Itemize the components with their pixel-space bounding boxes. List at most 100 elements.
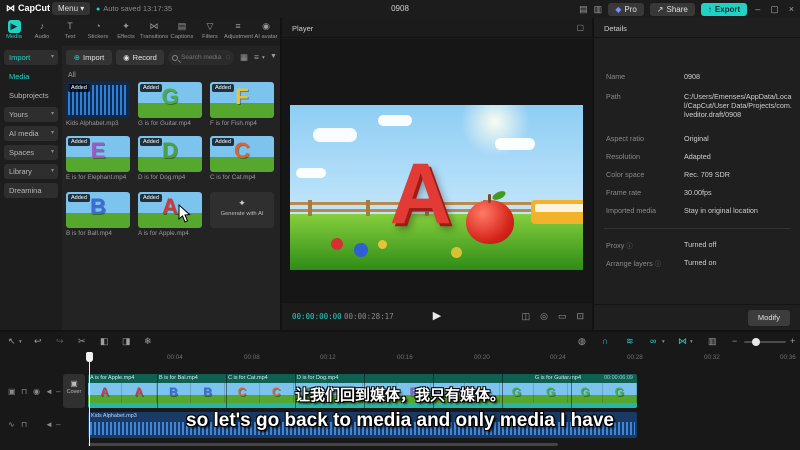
tab-ai-avatar[interactable]: ◉ AI avatar	[252, 18, 280, 44]
delete-right-icon[interactable]: ◨	[122, 336, 131, 347]
search-icon	[172, 54, 178, 61]
search-input[interactable]	[181, 54, 223, 61]
record-button[interactable]: ◉ Record	[116, 50, 164, 65]
tab-adjustment[interactable]: ≡ Adjustment	[224, 18, 253, 44]
player-controls: 00:00:00:00 00:00:28:17 ▶ ◫ ◎ ▭ ⊡	[282, 302, 592, 330]
preview-stage: A	[282, 39, 592, 320]
tab-captions[interactable]: ▤ Captions	[168, 18, 196, 44]
sidebar-item-ai-media[interactable]: AI media ▾	[4, 126, 58, 141]
media-item-b-ball[interactable]: B Added B is for Ball.mp4	[66, 192, 130, 237]
ratio-icon[interactable]: ▭	[558, 311, 567, 322]
media-library: ⊕Import ◉Record ◌ ▦ ≡ ▾ ▼ All Added Kids…	[62, 46, 280, 330]
search-scope-icon[interactable]: ◌	[226, 54, 230, 61]
sidebar-item-library[interactable]: Library ▾	[4, 164, 58, 179]
sidebar-item-dreamina[interactable]: Dreamina	[4, 183, 58, 198]
filter-all-label[interactable]: All	[68, 72, 76, 79]
cloud-graphic	[295, 167, 326, 178]
details-header-title: Details	[604, 24, 627, 33]
import-button[interactable]: ⊕ Import	[66, 50, 112, 65]
tab-stickers[interactable]: ◔ Stickers	[84, 18, 112, 44]
sidebar-item-media[interactable]: Media	[4, 69, 58, 84]
video-preview[interactable]: A	[290, 105, 583, 270]
generate-with-ai-card[interactable]: ✦ Generate with AI	[210, 192, 274, 228]
media-item-d-dog[interactable]: D Added D is for Dog.mp4	[138, 136, 202, 181]
sidebar-item-spaces[interactable]: Spaces ▾	[4, 145, 58, 160]
letter-a-graphic: A	[389, 145, 452, 242]
timeline-horizontal-scrollbar[interactable]	[88, 443, 558, 446]
tab-effects[interactable]: ✦ Effects	[112, 18, 140, 44]
export-button[interactable]: ↑ Export	[700, 2, 748, 16]
chevron-down-icon: ▾	[690, 339, 693, 345]
media-item-g-guitar[interactable]: G Added G is for Guitar.mp4	[138, 82, 202, 127]
preview-quality-icon[interactable]: ◎	[540, 311, 548, 322]
captions-icon: ▤	[177, 21, 187, 31]
resource-tabs: ▶ Media ♪ Audio T Text ◔ Stickers ✦ Effects ⋈…	[0, 18, 280, 44]
filter-icon[interactable]: ▼	[270, 53, 277, 60]
fullscreen-icon[interactable]: ⊡	[576, 311, 584, 322]
media-item-f-fish[interactable]: F Added F is for Fish.mp4	[210, 82, 274, 127]
media-item-e-elephant[interactable]: E Added E is for Elephant.mp4	[66, 136, 130, 181]
added-badge: Added	[140, 138, 162, 146]
layout-panel-alt-icon[interactable]: ▥	[594, 4, 603, 15]
chevron-down-icon: ▾	[662, 339, 665, 345]
play-button[interactable]: ▶	[433, 309, 441, 322]
timeline-toolbar: ↖ ▾ ↩ ↪ ✂ ◧ ◨ ❄ ◍ ∩ ≋ ∞ ▾ ⋈ ▾ ▥ − +	[0, 332, 800, 352]
magnet-snap-icon[interactable]: ∩	[602, 336, 608, 346]
split-icon[interactable]: ✂	[78, 336, 86, 347]
added-badge: Added	[68, 84, 90, 92]
chevron-down-icon: ▾	[19, 339, 22, 345]
media-item-kids-alphabet[interactable]: Added Kids Alphabet.mp3	[66, 82, 130, 127]
maximize-button[interactable]: ▢	[768, 4, 781, 15]
sidebar-item-subprojects[interactable]: Subprojects	[4, 88, 58, 103]
share-button[interactable]: ↗ Share	[649, 2, 695, 16]
select-tool-icon[interactable]: ↖	[8, 336, 16, 347]
voiceover-mic-icon[interactable]: ◍	[578, 336, 586, 347]
redo-icon[interactable]: ↪	[56, 336, 64, 347]
sort-icon[interactable]: ≡	[254, 52, 259, 62]
link-clips-icon[interactable]: ∞	[650, 336, 656, 346]
tab-text[interactable]: T Text	[56, 18, 84, 44]
zoom-in-icon[interactable]: +	[790, 336, 795, 346]
ball-graphic	[377, 239, 387, 249]
tab-media[interactable]: ▶ Media	[0, 18, 28, 44]
search-box[interactable]: ◌	[168, 50, 234, 65]
tab-filters[interactable]: ▽ Filters	[196, 18, 224, 44]
record-icon: ◉	[123, 53, 130, 62]
freeze-frame-icon[interactable]: ❄	[144, 336, 152, 347]
stickers-icon: ◔	[95, 21, 101, 31]
added-badge: Added	[140, 84, 162, 92]
import-plus-icon: ⊕	[73, 53, 81, 62]
tab-transitions[interactable]: ⋈ Transitions	[140, 18, 168, 44]
undo-icon[interactable]: ↩	[34, 336, 42, 347]
sparkle-icon: ✦	[238, 198, 246, 208]
timeline-ruler[interactable]: 00:04 00:08 00:12 00:16 00:20 00:24 00:2…	[0, 352, 800, 364]
clip-duration-label: 00:00:06:09	[603, 375, 633, 381]
media-item-c-cat[interactable]: C Added C is for Cat.mp4	[210, 136, 274, 181]
zoom-slider-knob[interactable]	[752, 338, 760, 346]
sidebar-item-import[interactable]: Import ▾	[4, 50, 58, 65]
media-item-a-apple[interactable]: A Added A is for Apple.mp4	[138, 192, 202, 237]
auto-ripple-icon[interactable]: ≋	[626, 336, 634, 347]
close-button[interactable]: ×	[787, 4, 796, 14]
player-header-title: Player	[292, 24, 314, 33]
tab-audio[interactable]: ♪ Audio	[28, 18, 56, 44]
delete-left-icon[interactable]: ◧	[100, 336, 109, 347]
clip-name-bar: A is for Apple.mp4 B is for Bal.mp4 C is…	[88, 374, 637, 383]
preview-axis-icon[interactable]: ▥	[708, 336, 717, 347]
current-time: 00:00:00:00	[292, 312, 342, 321]
grid-view-icon[interactable]: ▦	[240, 52, 248, 63]
mirror-preview-icon[interactable]: ◫	[522, 311, 531, 322]
titlebar: ⋈ CapCut Menu ▾ ● Auto saved 13:17:35 0908…	[0, 0, 800, 18]
transition-toggle-icon[interactable]: ⋈	[678, 336, 687, 347]
pro-button[interactable]: ◆ Pro	[608, 2, 644, 16]
share-icon: ↗	[656, 4, 664, 14]
sidebar-item-yours[interactable]: Yours ▾	[4, 107, 58, 122]
modify-button[interactable]: Modify	[747, 310, 790, 326]
minimize-button[interactable]: –	[753, 4, 762, 14]
player-options-icon[interactable]: ▢	[576, 23, 584, 32]
timeline-zoom-slider[interactable]	[744, 338, 786, 346]
chevron-down-icon: ▾	[50, 111, 54, 117]
layout-panel-icon[interactable]: ▤	[579, 4, 588, 15]
zoom-out-icon[interactable]: −	[732, 336, 737, 346]
added-badge: Added	[68, 194, 90, 202]
